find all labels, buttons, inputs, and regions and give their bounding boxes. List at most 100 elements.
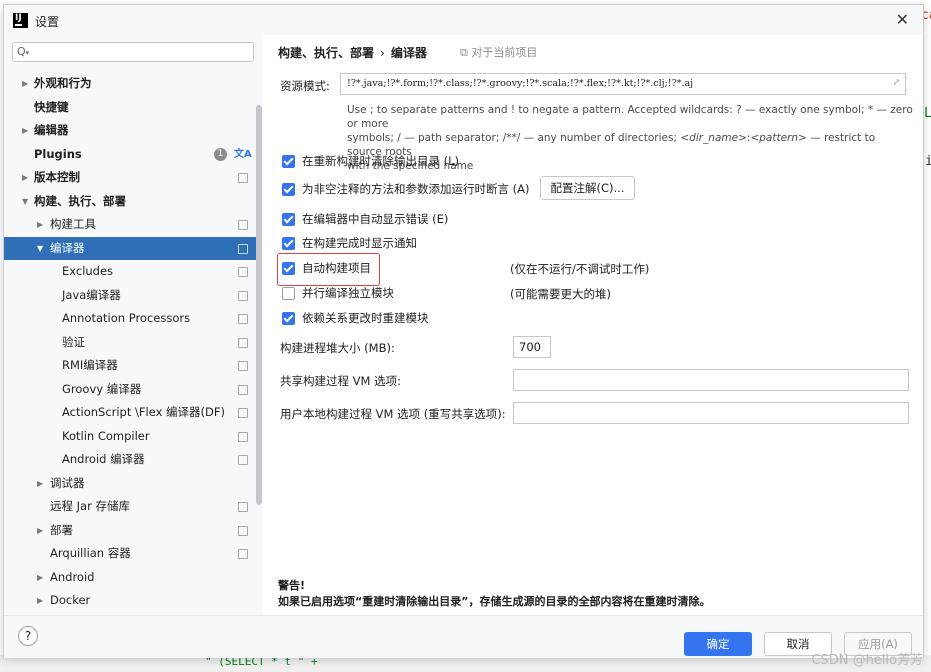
auto-build-checkbox[interactable] bbox=[282, 261, 295, 275]
sidebar-item[interactable]: ▶ 调试器 bbox=[4, 472, 256, 496]
sidebar-item[interactable]: 快捷键 bbox=[4, 96, 256, 120]
add-assertions-checkbox[interactable] bbox=[282, 182, 295, 196]
show-notification-checkbox[interactable] bbox=[282, 236, 295, 250]
sidebar-item[interactable]: Arquillian 容器 bbox=[4, 542, 256, 566]
search-input[interactable] bbox=[33, 44, 253, 62]
hint-pattern: <pattern> bbox=[750, 132, 807, 144]
breadcrumb-current: 编译器 bbox=[390, 46, 427, 60]
sidebar-item[interactable]: Android 编译器 bbox=[4, 448, 256, 472]
sidebar-item-label: 验证 bbox=[62, 334, 85, 349]
add-assertions-option[interactable]: 为非空注释的方法和参数添加运行时断言 (A) bbox=[282, 180, 530, 198]
sidebar-item-label: Groovy 编译器 bbox=[62, 381, 142, 396]
resource-patterns-input[interactable]: !?*.java;!?*.form;!?*.class;!?*.groovy;!… bbox=[340, 73, 906, 95]
chevron-right-icon[interactable]: ▶ bbox=[37, 213, 43, 237]
sidebar-item[interactable]: Java编译器 bbox=[4, 284, 256, 308]
settings-tree: ▶ 外观和行为 快捷键 ▶ 编辑器 Plugins 1 文A ▶ 版本控制 ▼ 构建、执行、部署 ▶ 构建… bbox=[4, 72, 256, 615]
sidebar-item[interactable]: ▶ 版本控制 bbox=[4, 166, 256, 190]
settings-search[interactable]: Q▾ bbox=[12, 42, 254, 62]
show-notification-option[interactable]: 在构建完成时显示通知 bbox=[282, 234, 417, 252]
hint-dir-name: <dir_name> bbox=[680, 132, 747, 144]
sidebar-item-label: 构建、执行、部署 bbox=[34, 193, 126, 208]
project-scope-icon bbox=[238, 408, 248, 418]
sidebar-item[interactable]: Annotation Processors bbox=[4, 307, 256, 331]
clear-output-checkbox[interactable] bbox=[282, 154, 295, 168]
sidebar-item[interactable]: ActionScript \Flex 编译器(DF) bbox=[4, 401, 256, 425]
chevron-right-icon[interactable]: ▶ bbox=[37, 472, 43, 496]
chevron-right-icon[interactable]: ▶ bbox=[22, 72, 28, 96]
sidebar-item[interactable]: ▶ 部署 bbox=[4, 519, 256, 543]
rebuild-dependencies-checkbox[interactable] bbox=[282, 311, 295, 325]
project-scope-icon bbox=[238, 173, 248, 183]
chevron-down-icon[interactable]: ▼ bbox=[37, 237, 43, 261]
chevron-right-icon[interactable]: ▶ bbox=[22, 166, 28, 190]
title-bar: IJ 设置 ✕ bbox=[4, 5, 923, 35]
sidebar-item[interactable]: RMI编译器 bbox=[4, 354, 256, 378]
help-button[interactable]: ? bbox=[18, 626, 38, 646]
user-vm-options-input[interactable] bbox=[513, 402, 909, 424]
project-scope-icon bbox=[238, 502, 248, 512]
sidebar-item-label: 版本控制 bbox=[34, 170, 80, 184]
project-scope-icon bbox=[238, 361, 248, 371]
sidebar-item[interactable]: ▼ 编译器 bbox=[4, 236, 256, 261]
sidebar-item-label: 编辑器 bbox=[34, 123, 69, 137]
sidebar-item[interactable]: Plugins 1 文A bbox=[4, 143, 256, 167]
sidebar-item-label: 外观和行为 bbox=[34, 76, 92, 90]
show-errors-label: 在编辑器中自动显示错误 (E) bbox=[302, 212, 449, 226]
close-icon[interactable]: ✕ bbox=[896, 10, 909, 29]
project-scope-icon bbox=[238, 314, 248, 324]
show-notification-label: 在构建完成时显示通知 bbox=[302, 236, 417, 250]
configure-annotations-button[interactable]: 配置注解(C)... bbox=[540, 176, 635, 200]
sidebar-item[interactable]: Groovy 编译器 bbox=[4, 378, 256, 402]
chevron-right-icon[interactable]: ▶ bbox=[37, 589, 43, 613]
expand-icon[interactable]: ⤢ bbox=[892, 78, 900, 88]
sidebar-item-label: 快捷键 bbox=[34, 99, 69, 114]
sidebar-item[interactable]: ▶ 构建工具 bbox=[4, 213, 256, 237]
clear-output-label: 在重新构建时清除输出目录 (L) bbox=[302, 154, 460, 168]
compiler-settings-panel: 构建、执行、部署 › 编译器 ⧉ 对于当前项目 资源模式: !?*.java;!?*… bbox=[262, 35, 923, 615]
add-assertions-label: 为非空注释的方法和参数添加运行时断言 (A) bbox=[302, 182, 530, 196]
sidebar-item-label: 构建工具 bbox=[50, 217, 96, 231]
parallel-compile-checkbox[interactable] bbox=[282, 286, 295, 300]
chevron-down-icon[interactable]: ▼ bbox=[22, 190, 28, 214]
project-scope-note: ⧉ 对于当前项目 bbox=[460, 46, 538, 59]
project-scope-icon bbox=[238, 243, 248, 254]
resource-patterns-label: 资源模式: bbox=[280, 79, 330, 93]
translate-icon: 文A bbox=[234, 148, 252, 160]
sidebar-item[interactable]: ▼ 构建、执行、部署 bbox=[4, 190, 256, 214]
background-code-glyph: L bbox=[924, 106, 931, 121]
project-scope-icon bbox=[238, 337, 248, 348]
auto-build-option[interactable]: 自动构建项目 bbox=[282, 259, 371, 277]
update-count-badge: 1 bbox=[214, 147, 227, 161]
ok-button[interactable]: 确定 bbox=[684, 632, 752, 656]
rebuild-dependencies-option[interactable]: 依赖关系更改时重建模块 bbox=[282, 309, 429, 327]
sidebar-item[interactable]: ▶ 编辑器 bbox=[4, 119, 256, 143]
project-scope-icon bbox=[238, 525, 248, 536]
parallel-compile-note: (可能需要更大的堆) bbox=[510, 287, 611, 301]
background-code-glyph: i bbox=[925, 154, 931, 169]
parallel-compile-label: 并行编译独立模块 bbox=[302, 286, 394, 300]
sidebar-item-label: Annotation Processors bbox=[62, 311, 191, 325]
clear-output-option[interactable]: 在重新构建时清除输出目录 (L) bbox=[282, 152, 459, 170]
sidebar-item[interactable]: 远程 Jar 存储库 bbox=[4, 495, 256, 519]
sidebar-item-label: 远程 Jar 存储库 bbox=[50, 499, 130, 513]
chevron-right-icon[interactable]: ▶ bbox=[22, 119, 28, 143]
sidebar-item[interactable]: Excludes bbox=[4, 260, 256, 284]
sidebar-item[interactable]: ▶ Android bbox=[4, 566, 256, 590]
sidebar-item-label: Android 编译器 bbox=[62, 452, 145, 466]
parallel-compile-option[interactable]: 并行编译独立模块 bbox=[282, 284, 394, 302]
chevron-right-icon[interactable]: ▶ bbox=[37, 566, 43, 590]
heap-size-label: 构建进程堆大小 (MB): bbox=[280, 341, 395, 355]
sidebar-item[interactable]: ▶ 外观和行为 bbox=[4, 72, 256, 96]
sidebar-item[interactable]: 验证 bbox=[4, 331, 256, 355]
sidebar-item-label: Android bbox=[50, 569, 95, 584]
show-errors-option[interactable]: 在编辑器中自动显示错误 (E) bbox=[282, 210, 448, 228]
sidebar-item[interactable]: ▶ Docker bbox=[4, 589, 256, 613]
heap-size-input[interactable]: 700 bbox=[513, 336, 551, 358]
chevron-right-icon[interactable]: ▶ bbox=[37, 519, 43, 543]
shared-vm-options-input[interactable] bbox=[513, 369, 909, 391]
hint-text-segment: symbols; / — path separator; /**/ — any … bbox=[347, 132, 681, 144]
show-errors-checkbox[interactable] bbox=[282, 212, 295, 226]
sidebar-item[interactable]: Kotlin Compiler bbox=[4, 425, 256, 449]
dialog-footer: ? 确定 取消 应用(A) bbox=[4, 615, 923, 658]
project-scope-icon bbox=[238, 431, 248, 442]
